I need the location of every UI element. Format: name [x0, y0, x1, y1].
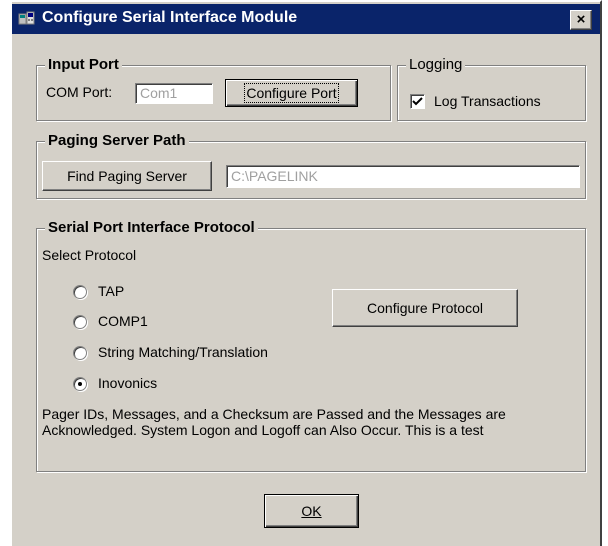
configure-protocol-label: Configure Protocol [367, 300, 483, 316]
checkmark-icon [412, 97, 423, 106]
close-icon: × [576, 11, 586, 28]
input-port-legend: Input Port [45, 56, 122, 73]
logging-legend: Logging [406, 56, 466, 73]
radio-comp1[interactable] [73, 315, 87, 329]
close-button[interactable]: × [570, 10, 592, 30]
configure-serial-interface-dialog: Configure Serial Interface Module × Inpu… [10, 0, 602, 546]
select-protocol-label: Select Protocol [42, 247, 137, 263]
radio-string-matching-label[interactable]: String Matching/Translation [98, 344, 268, 360]
radio-inovonics-label[interactable]: Inovonics [98, 375, 157, 391]
radio-tap[interactable] [73, 285, 87, 299]
pagelink-app-icon [18, 11, 35, 25]
protocol-legend: Serial Port Interface Protocol [45, 219, 258, 236]
find-paging-server-button[interactable]: Find Paging Server [42, 161, 212, 191]
find-paging-server-label: Find Paging Server [67, 168, 187, 184]
configure-protocol-button[interactable]: Configure Protocol [332, 289, 518, 327]
title-bar[interactable]: Configure Serial Interface Module × [12, 4, 600, 34]
window-title: Configure Serial Interface Module [42, 9, 298, 26]
configure-port-label: Configure Port [244, 83, 339, 103]
com-port-label: COM Port: [46, 84, 113, 100]
radio-tap-label[interactable]: TAP [98, 283, 124, 299]
radio-string-matching[interactable] [73, 346, 87, 360]
paging-server-path-field[interactable]: C:\PAGELINK [226, 165, 580, 188]
log-transactions-checkbox[interactable] [410, 94, 425, 109]
configure-port-button[interactable]: Configure Port [225, 79, 358, 107]
paging-server-path-legend: Paging Server Path [45, 132, 189, 149]
radio-comp1-label[interactable]: COMP1 [98, 313, 148, 329]
radio-inovonics[interactable] [73, 377, 87, 391]
ok-button[interactable]: OK [264, 494, 359, 528]
ok-label: OK [301, 503, 322, 519]
radio-selected-dot [78, 382, 82, 386]
protocol-description: Pager IDs, Messages, and a Checksum are … [42, 406, 506, 438]
com-port-field[interactable]: Com1 [135, 83, 213, 104]
log-transactions-label[interactable]: Log Transactions [434, 93, 541, 109]
